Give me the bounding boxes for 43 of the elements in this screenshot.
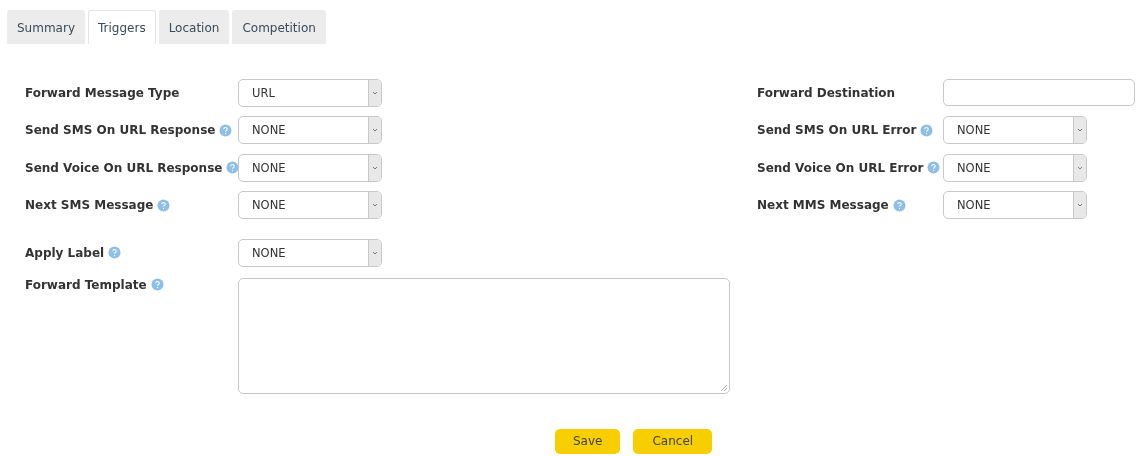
field-label: Send Voice On URL Error (757, 160, 924, 175)
save-button[interactable]: Save (555, 428, 621, 454)
dropdown[interactable]: NONE (238, 191, 382, 220)
dropdown[interactable]: NONE (943, 116, 1087, 145)
tab[interactable]: Location (158, 10, 230, 44)
text-area[interactable] (238, 277, 730, 394)
help-icon[interactable] (108, 246, 122, 260)
chevron-down-icon (368, 117, 381, 144)
tab[interactable]: Competition (232, 10, 326, 44)
help-icon[interactable] (927, 161, 941, 175)
help-icon[interactable] (226, 161, 240, 175)
field-label: Apply Label (25, 245, 105, 260)
field-label: Send Voice On URL Response (25, 160, 223, 175)
field-label: Forward Destination (757, 85, 896, 100)
field-label: Next MMS Message (757, 198, 889, 213)
dropdown[interactable]: NONE (943, 191, 1087, 220)
chevron-down-icon (1073, 192, 1086, 219)
help-icon[interactable] (157, 198, 171, 212)
chevron-down-icon (368, 192, 381, 219)
field-label: Send SMS On URL Error (757, 123, 917, 138)
tab[interactable]: Triggers (88, 10, 156, 44)
help-icon[interactable] (219, 123, 233, 137)
chevron-down-icon (1073, 154, 1086, 181)
dropdown[interactable]: NONE (238, 153, 382, 182)
help-icon[interactable] (150, 278, 164, 291)
field-label: Forward Template (25, 277, 147, 292)
input-field[interactable] (943, 79, 1135, 107)
field-label: Forward Message Type (25, 85, 180, 100)
chevron-down-icon (1073, 117, 1086, 144)
help-icon[interactable] (920, 123, 934, 137)
dropdown[interactable]: NONE (238, 238, 382, 267)
dropdown[interactable]: URL (238, 78, 382, 107)
chevron-down-icon (368, 239, 381, 266)
field-label: Send SMS On URL Response (25, 123, 216, 138)
chevron-down-icon (368, 154, 381, 181)
cancel-button[interactable]: Cancel (633, 428, 713, 454)
dropdown[interactable]: NONE (943, 153, 1087, 182)
tab[interactable]: Summary (7, 10, 85, 44)
chevron-down-icon (368, 79, 381, 106)
dropdown[interactable]: NONE (238, 116, 382, 145)
help-icon[interactable] (892, 198, 906, 212)
resize-grip-icon[interactable] (721, 384, 727, 391)
field-label: Next SMS Message (25, 198, 154, 213)
